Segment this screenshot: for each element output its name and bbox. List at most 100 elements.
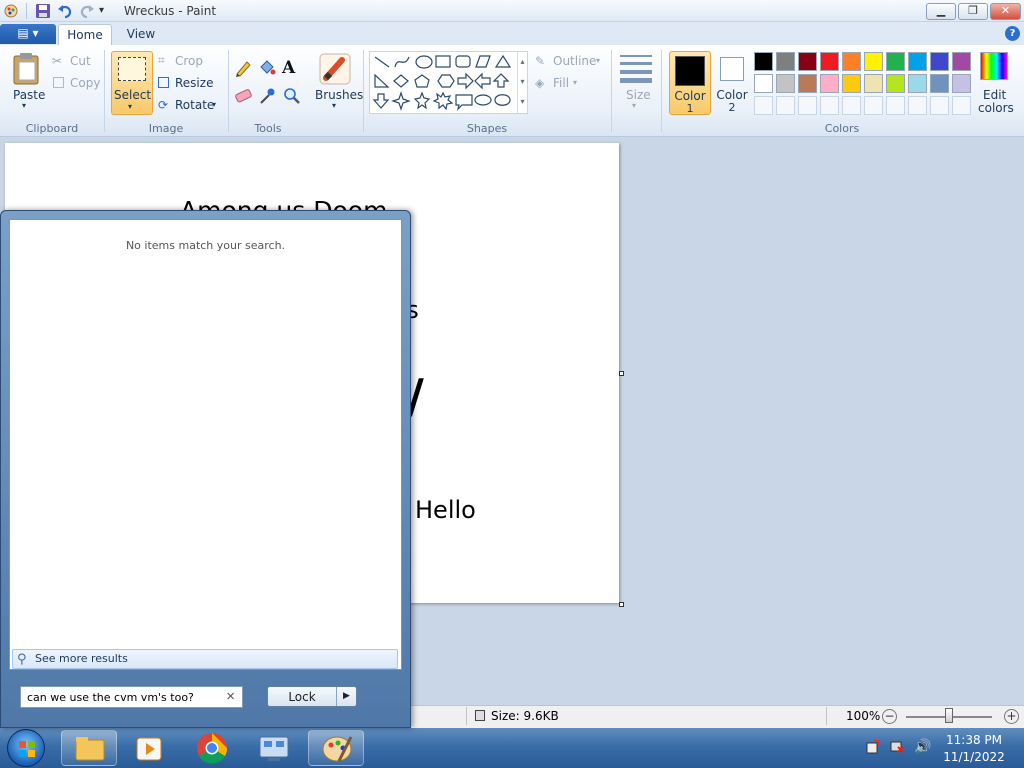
volume-icon[interactable]: 🔊 [914, 739, 931, 755]
group-divider [363, 50, 364, 132]
copy-button[interactable]: Copy [70, 76, 100, 90]
taskbar-explorer[interactable] [61, 730, 117, 766]
canvas-resize-handle-right[interactable] [619, 371, 624, 376]
zoom-in-button[interactable]: + [1004, 709, 1019, 724]
fill-bucket-icon[interactable] [257, 58, 277, 78]
lock-button[interactable]: Lock ▶ [267, 686, 357, 707]
zoom-out-button[interactable]: − [882, 709, 897, 724]
custom-color-slot[interactable] [776, 96, 795, 115]
palette-swatch[interactable] [864, 74, 883, 93]
tab-home[interactable]: Home [58, 24, 112, 46]
network-icon[interactable] [890, 740, 904, 754]
palette-swatch[interactable] [886, 74, 905, 93]
magnifier-icon[interactable] [282, 86, 302, 106]
taskbar-network-app[interactable] [246, 730, 302, 766]
shapes-scroll[interactable]: ▴ ▾ ▾ [517, 52, 527, 113]
file-menu-button[interactable]: ▤ ▾ [0, 24, 56, 44]
select-button[interactable]: Select ▾ [111, 51, 153, 115]
taskbar-media-player[interactable] [122, 730, 178, 766]
see-more-results-button[interactable]: ⚲ See more results [12, 649, 398, 669]
palette-swatch[interactable] [864, 52, 883, 71]
shutdown-options-arrow-icon[interactable]: ▶ [336, 687, 356, 706]
tab-view[interactable]: View [118, 24, 164, 46]
custom-color-slot[interactable] [798, 96, 817, 115]
pencil-icon[interactable] [233, 58, 253, 78]
brushes-icon[interactable] [318, 52, 352, 86]
color-picker-icon[interactable] [257, 86, 277, 106]
palette-swatch[interactable] [754, 52, 773, 71]
palette-swatch[interactable] [776, 74, 795, 93]
size-icon [620, 53, 654, 83]
outline-dropdown-icon[interactable]: ▾ [596, 56, 600, 65]
palette-swatch[interactable] [842, 74, 861, 93]
palette-swatch[interactable] [754, 74, 773, 93]
resize-button[interactable]: Resize [175, 76, 213, 90]
palette-swatch[interactable] [908, 52, 927, 71]
start-button[interactable] [7, 729, 45, 767]
custom-color-slot[interactable] [864, 96, 883, 115]
rotate-button[interactable]: Rotate [175, 98, 214, 112]
palette-swatch[interactable] [798, 52, 817, 71]
rotate-dropdown-icon[interactable]: ▾ [212, 100, 216, 109]
taskbar-chrome[interactable] [184, 730, 240, 766]
outline-button[interactable]: Outline [553, 54, 596, 68]
paste-icon[interactable] [12, 52, 42, 89]
shapes-group-label: Shapes [466, 122, 508, 135]
customize-qa-icon[interactable]: ▾ [99, 3, 115, 19]
clock-time[interactable]: 11:38 PM [934, 733, 1014, 747]
save-icon[interactable] [35, 3, 51, 19]
color1-swatch [675, 56, 705, 86]
start-search-input[interactable]: can we use the cvm vm's too? ✕ [20, 686, 243, 708]
cut-button[interactable]: Cut [70, 54, 91, 68]
palette-swatch[interactable] [842, 52, 861, 71]
zoom-slider-thumb[interactable] [945, 708, 953, 723]
undo-icon[interactable] [57, 3, 73, 19]
custom-color-slot[interactable] [820, 96, 839, 115]
restore-button[interactable]: ❐ [958, 3, 988, 20]
paste-button[interactable]: Paste [13, 88, 45, 102]
size-button[interactable]: Size [626, 88, 651, 102]
clear-search-icon[interactable]: ✕ [226, 690, 235, 703]
brushes-dropdown-icon[interactable]: ▾ [332, 101, 336, 110]
fill-dropdown-icon[interactable]: ▾ [573, 78, 577, 87]
custom-color-slot[interactable] [952, 96, 971, 115]
palette-swatch[interactable] [798, 74, 817, 93]
color1-button[interactable]: Color 1 [669, 51, 711, 115]
shapes-gallery[interactable]: ▴ ▾ ▾ [369, 51, 528, 114]
redo-icon[interactable] [79, 3, 95, 19]
edit-colors-button[interactable]: Edit [983, 88, 1006, 102]
custom-color-slot[interactable] [886, 96, 905, 115]
palette-swatch[interactable] [930, 74, 949, 93]
custom-color-slot[interactable] [842, 96, 861, 115]
action-center-icon[interactable] [866, 740, 880, 754]
clock-date[interactable]: 11/1/2022 [934, 750, 1014, 764]
custom-color-slot[interactable] [930, 96, 949, 115]
paste-dropdown-icon[interactable]: ▾ [22, 101, 26, 110]
canvas-resize-handle-corner[interactable] [619, 602, 624, 607]
custom-color-slot[interactable] [754, 96, 773, 115]
brushes-button[interactable]: Brushes [315, 88, 363, 102]
taskbar-paint[interactable] [308, 730, 364, 766]
eraser-icon[interactable] [233, 86, 253, 106]
palette-swatch[interactable] [908, 74, 927, 93]
text-tool-icon[interactable]: A [282, 58, 295, 78]
paint-app-icon[interactable] [3, 3, 19, 19]
palette-swatch[interactable] [886, 52, 905, 71]
minimize-button[interactable]: ▁ [926, 3, 956, 20]
close-button[interactable]: ✕ [990, 3, 1021, 20]
custom-color-slot[interactable] [908, 96, 927, 115]
palette-swatch[interactable] [820, 74, 839, 93]
palette-swatch[interactable] [952, 52, 971, 71]
palette-swatch[interactable] [776, 52, 795, 71]
crop-button[interactable]: Crop [175, 54, 203, 68]
palette-swatch[interactable] [820, 52, 839, 71]
file-size-icon [475, 710, 485, 721]
color2-button[interactable]: Color 2 [712, 51, 752, 115]
colors-group-label: Colors [824, 122, 860, 135]
palette-swatch[interactable] [952, 74, 971, 93]
fill-button[interactable]: Fill [553, 76, 569, 90]
size-dropdown-icon[interactable]: ▾ [632, 101, 636, 110]
edit-colors-icon[interactable] [980, 52, 1008, 80]
help-icon[interactable]: ? [1005, 26, 1020, 41]
palette-swatch[interactable] [930, 52, 949, 71]
